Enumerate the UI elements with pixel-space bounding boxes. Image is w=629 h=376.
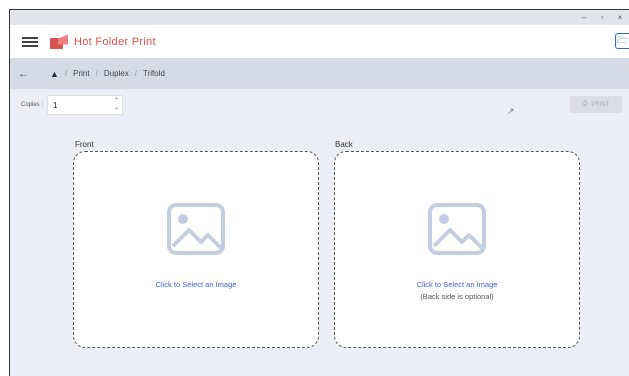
folder-icon: 🗁: [616, 35, 629, 45]
copies-label: Copies :: [21, 102, 44, 108]
breadcrumb-item-print[interactable]: Print: [73, 69, 89, 78]
close-button[interactable]: ×: [611, 13, 629, 22]
app-title: Hot Folder Print: [74, 35, 156, 48]
back-label: Back: [335, 140, 353, 149]
back-image-dropzone[interactable]: Click to Select an Image (Back side is o…: [334, 151, 580, 348]
print-button-label: PRINT: [591, 101, 610, 108]
app-window: – ▫ × Hot Folder Print 🗁 ← ▲ / Print / D…: [9, 9, 629, 376]
minimize-button[interactable]: –: [575, 13, 593, 22]
breadcrumb: ← ▲ / Print / Duplex / Trifold: [10, 58, 629, 89]
copies-stepper[interactable]: 1 ⌃ ⌄: [47, 95, 124, 115]
copies-row: Copies : 1 ⌃ ⌄: [10, 94, 210, 116]
stepper-arrows[interactable]: ⌃ ⌄: [114, 98, 119, 112]
breadcrumb-separator: /: [95, 69, 98, 78]
back-optional-note: (Back side is optional): [420, 292, 494, 301]
app-logo-icon: [50, 34, 70, 49]
breadcrumb-item-duplex[interactable]: Duplex: [104, 69, 129, 78]
front-label: Front: [75, 140, 94, 149]
maximize-button[interactable]: ▫: [593, 13, 611, 22]
front-image-dropzone[interactable]: Click to Select an Image: [73, 151, 319, 348]
breadcrumb-separator: /: [64, 69, 68, 78]
front-select-link[interactable]: Click to Select an Image: [74, 280, 318, 289]
back-arrow-icon[interactable]: ←: [18, 68, 32, 80]
copies-value: 1: [53, 100, 58, 110]
chevron-up-icon[interactable]: ⌃: [114, 98, 119, 105]
breadcrumb-item-trifold[interactable]: Trifold: [143, 69, 165, 78]
mouse-cursor-icon: ↗: [507, 106, 515, 116]
chevron-down-icon[interactable]: ⌄: [114, 105, 119, 112]
image-placeholder-icon: [428, 203, 486, 255]
home-icon[interactable]: ▲: [50, 69, 59, 79]
open-folder-button[interactable]: 🗁: [615, 33, 629, 49]
print-button[interactable]: ⎙ PRINT: [570, 96, 622, 113]
hamburger-icon[interactable]: [22, 36, 38, 47]
app-bar: Hot Folder Print 🗁: [10, 25, 629, 58]
window-titlebar: – ▫ ×: [10, 10, 629, 25]
printer-icon: ⎙: [582, 101, 588, 107]
breadcrumb-separator: /: [134, 69, 137, 78]
back-select-link[interactable]: Click to Select an Image: [335, 280, 579, 289]
image-placeholder-icon: [167, 203, 225, 255]
